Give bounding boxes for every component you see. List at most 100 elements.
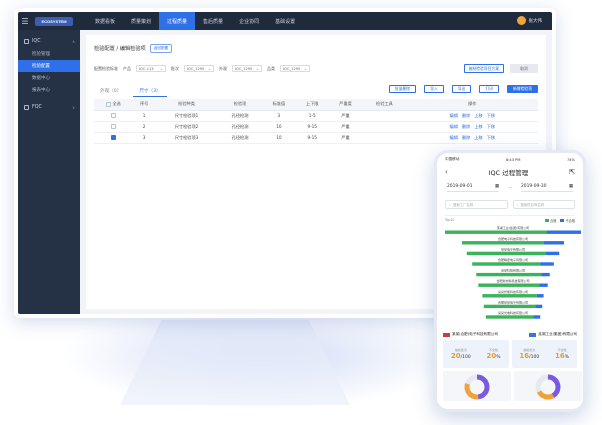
sidebar-item-0-2[interactable]: 数据中心 <box>18 72 80 84</box>
row-op-0[interactable]: 编辑 <box>450 113 458 118</box>
action-button-1[interactable]: 导入 <box>424 85 444 93</box>
kpi-fail-unit: % <box>564 355 570 360</box>
sidebar-group-label: IQC <box>32 38 41 44</box>
row-op-1[interactable]: 删除 <box>462 113 470 118</box>
supplier-search-input[interactable]: ⌕ 搜索供应商名称 <box>512 200 575 209</box>
sidebar-group-0[interactable]: IQC ∧ <box>18 34 80 48</box>
row-op-0[interactable]: 编辑 <box>450 124 458 129</box>
select-all-checkbox[interactable] <box>106 101 112 107</box>
filter-select-4[interactable]: IQC_1295 ⌄ <box>280 65 310 72</box>
user-menu[interactable]: 张大伟 <box>516 16 542 25</box>
date-from-text: 2019-09-01 <box>447 184 473 189</box>
date-to-text: 2019-09-30 <box>520 184 547 189</box>
legend-pass-swatch <box>545 219 550 222</box>
action-button-3[interactable]: 打印 <box>479 85 500 93</box>
filter-label-4: 品类 <box>267 65 275 71</box>
calendar-icon: ▦ <box>494 184 499 189</box>
bar-pass <box>445 230 547 234</box>
cell-sev: 严重 <box>328 121 363 133</box>
kpi-batch-num: 20 <box>450 352 461 360</box>
bar-pass <box>462 241 544 245</box>
company-right-name: 芜湖工业(集团)有限公司 <box>538 332 577 336</box>
filter-select-3[interactable]: IQC_1295 ⌄ <box>232 65 262 72</box>
column-header-0: 全选 <box>94 99 134 111</box>
tab-1[interactable]: 尺寸（3） <box>133 86 167 97</box>
category-label: 合肥新材料科技有限公司 <box>496 278 529 283</box>
cell-std: 10 <box>262 132 296 144</box>
factory-search-input[interactable]: ⌕ 搜索工厂名称 <box>445 200 508 209</box>
cell-tool <box>362 121 407 133</box>
column-header-3: 检验项 <box>217 99 263 111</box>
row-checkbox[interactable] <box>111 135 117 141</box>
company-right: 芜湖工业(集团)有限公司 <box>529 332 577 337</box>
sidebar-group-label: FQC <box>32 104 42 110</box>
row-operations: 编辑 删除 上移 下移 <box>406 121 538 133</box>
action-button-4[interactable]: 新增检验项 <box>507 85 538 93</box>
legend-fail-swatch <box>560 219 565 222</box>
cell-item: 孔径检测 <box>217 110 263 122</box>
date-to-field[interactable]: 2019-09-30 ▦ <box>520 184 573 192</box>
row-checkbox[interactable] <box>111 113 117 119</box>
column-header-7: 检验工具 <box>362 99 407 111</box>
category-label: 合肥某某电子有限公司 <box>498 299 528 304</box>
row-select-cell <box>94 121 134 133</box>
row-op-3[interactable]: 下移 <box>487 135 495 140</box>
nav-tab-5[interactable]: 基础设置 <box>267 12 303 30</box>
row-op-3[interactable]: 下移 <box>487 124 495 129</box>
row-op-2[interactable]: 上移 <box>474 124 482 129</box>
sidebar-group-1[interactable]: FQC ∨ <box>18 100 80 114</box>
action-button-2[interactable]: 导出 <box>451 85 472 93</box>
date-from-field[interactable]: 2019-09-01 ▦ <box>447 184 499 192</box>
back-arrow-icon[interactable]: ‹ <box>445 168 448 176</box>
nav-tab-0[interactable]: 数据看板 <box>87 12 123 30</box>
table-header-row: 全选 序号 检验种类 检验项 标准值 上下限 严重度 检验工具 操作 <box>94 99 538 111</box>
copy-plan-button[interactable]: 复制检验项目方案 <box>463 64 504 73</box>
sidebar-item-0-3[interactable]: 报表中心 <box>18 84 80 96</box>
nav-tab-1[interactable]: 质量策划 <box>123 12 159 30</box>
action-button-0[interactable]: 批量删除 <box>389 85 417 93</box>
row-op-0[interactable]: 编辑 <box>450 135 458 140</box>
filter-select-2[interactable]: IQC_1295 ⌄ <box>184 65 214 72</box>
row-op-3[interactable]: 下移 <box>487 113 495 118</box>
sidebar: IQC ∧ 检验管理 检验配置 数据中心 报表中心 FQC ∨ <box>18 30 80 314</box>
kpi-card-1: 抽检批次 16/100 不合格 16% <box>511 340 577 368</box>
cell-no: 1 <box>133 110 156 122</box>
clock-text: 8:43 PM <box>505 157 521 162</box>
category-label: 合肥精密电子有限公司 <box>498 257 528 262</box>
category-label: 某某电子有限公司 <box>501 246 525 251</box>
category-label: 某某科技有限公司 <box>501 268 525 273</box>
hamburger-menu-icon[interactable]: ☰ <box>18 12 32 30</box>
row-checkbox[interactable] <box>111 124 117 130</box>
nav-tab-3[interactable]: 售后质量 <box>195 12 231 30</box>
nav-tab-4[interactable]: 企业协同 <box>231 12 267 30</box>
cell-range: 9-15 <box>295 132 329 144</box>
kpi-batch-total: /100 <box>460 355 471 360</box>
chart-legend: 合格 不合格 <box>545 218 575 223</box>
back-config-tag[interactable]: 返回配置 <box>149 44 173 53</box>
share-icon[interactable]: ⇱ <box>569 168 575 176</box>
table-row: 3 尺寸检验项3 孔径检测 10 9-15 严重 编辑 删除 上移 下移 <box>94 132 538 144</box>
row-op-2[interactable]: 上移 <box>474 135 482 140</box>
filter-bar: 配置检验标准 产品 IQC-113 ⌄ 批次 IQC_1295 ⌄ 外观 IQC_1295 ⌄ 品类… <box>94 65 310 72</box>
inspection-tabs: 外观（0） 尺寸（3） <box>94 86 167 97</box>
row-op-1[interactable]: 删除 <box>462 124 470 129</box>
column-header-6: 严重度 <box>328 99 363 111</box>
sidebar-item-0-1[interactable]: 检验配置 <box>18 60 80 72</box>
sidebar-item-0-0[interactable]: 检验管理 <box>18 48 80 60</box>
row-op-2[interactable]: 上移 <box>474 113 482 118</box>
kpi-batch-num: 16 <box>519 352 530 360</box>
kpi-fail-num: 16 <box>555 352 565 360</box>
bar-pass <box>472 262 541 266</box>
column-header-5: 上下限 <box>295 99 329 111</box>
nav-tab-2[interactable]: 过程质量 <box>159 12 196 30</box>
bar-fail <box>540 262 554 266</box>
tab-0[interactable]: 外观（0） <box>94 86 127 97</box>
category-label: 某某智能科技有限公司 <box>498 289 528 294</box>
filter-select-1[interactable]: IQC-113 ⌄ <box>136 65 166 72</box>
cell-tool <box>362 110 407 122</box>
column-header-4: 标准值 <box>262 99 296 111</box>
donut-row <box>437 368 583 404</box>
cancel-button[interactable]: 取消 <box>510 64 538 73</box>
cell-sev: 严重 <box>328 110 363 122</box>
row-op-1[interactable]: 删除 <box>462 135 470 140</box>
